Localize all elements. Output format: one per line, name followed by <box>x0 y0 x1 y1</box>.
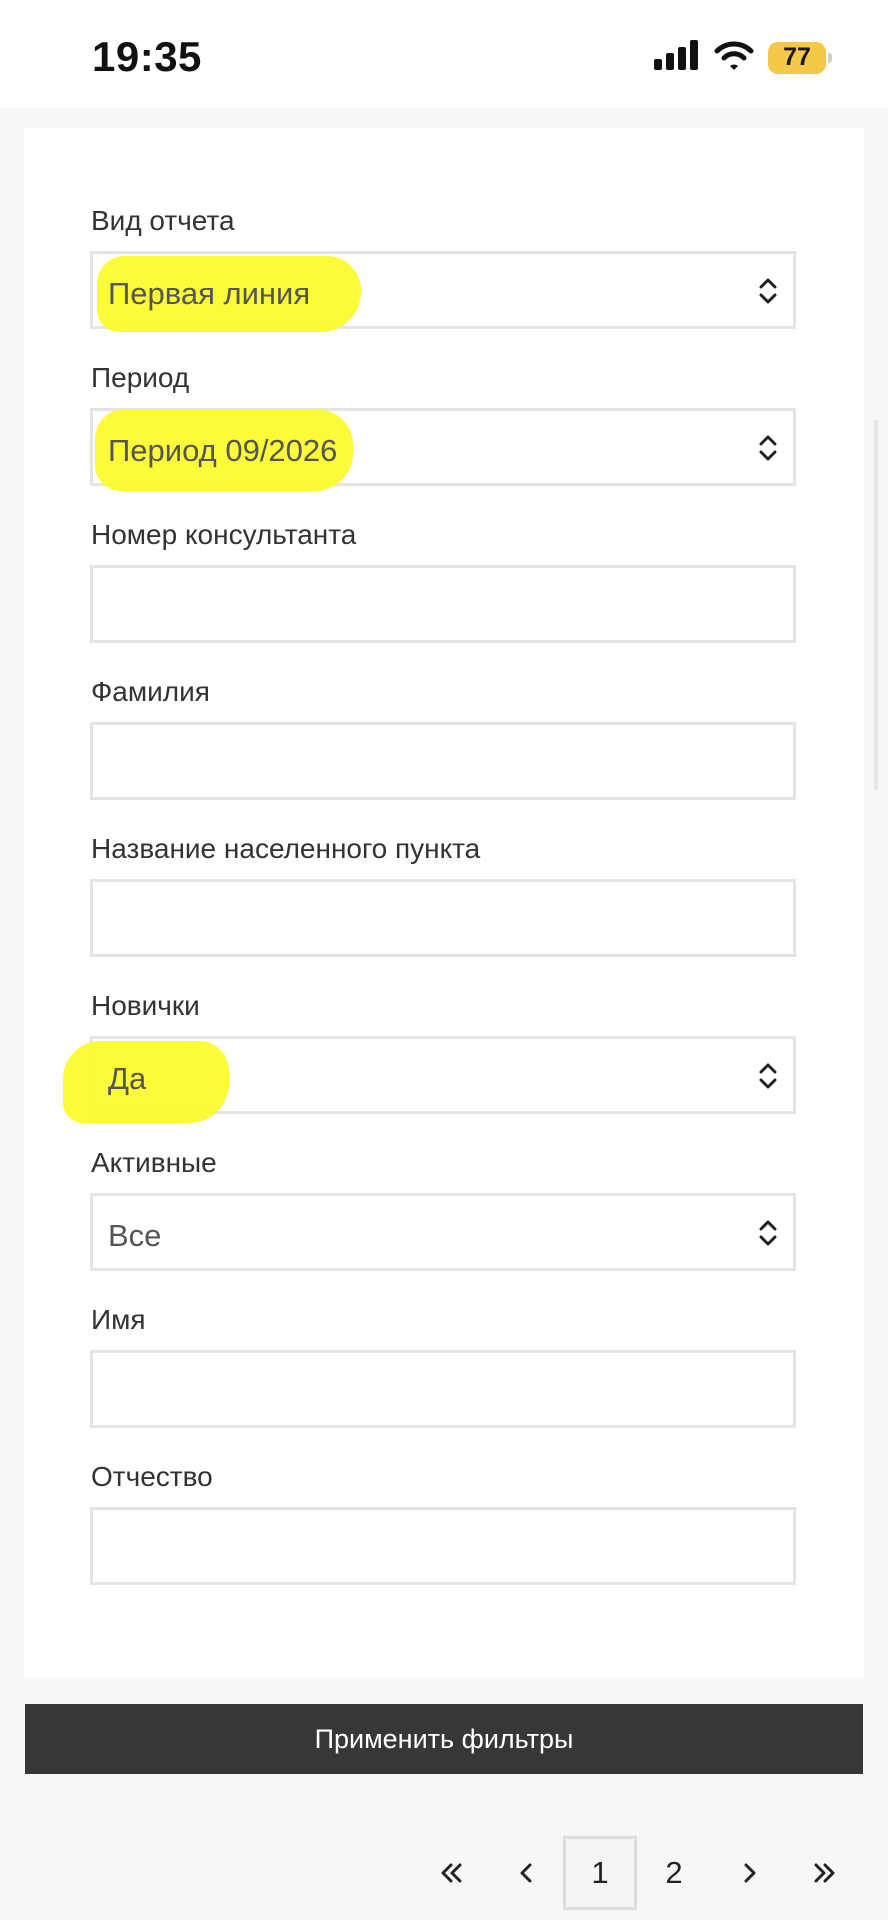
double-chevron-right-icon <box>814 1863 835 1883</box>
period-value: Период 09/2026 <box>108 433 338 468</box>
chevron-up-down-icon <box>759 278 777 304</box>
page-2-button[interactable]: 2 <box>637 1836 711 1910</box>
report-type-value: Первая линия <box>108 276 311 311</box>
scrollbar[interactable] <box>874 420 878 790</box>
chevron-up-down-icon <box>759 1063 777 1089</box>
chevron-left-icon <box>520 1863 532 1883</box>
active-value: Все <box>108 1218 162 1253</box>
newcomers-label: Новички <box>91 990 200 1021</box>
middle-name-label: Отчество <box>91 1461 213 1492</box>
prev-page-button[interactable] <box>489 1836 563 1910</box>
consultant-number-input[interactable] <box>90 565 796 643</box>
pagination: 1 2 <box>0 1836 888 1910</box>
city-label: Название населенного пункта <box>91 833 481 864</box>
battery-level: 77 <box>783 43 811 71</box>
chevron-up-down-icon <box>759 435 777 461</box>
last-name-input[interactable] <box>90 722 796 800</box>
page-1-button[interactable]: 1 <box>563 1836 637 1910</box>
consultant-number-label: Номер консультанта <box>91 519 357 550</box>
chevron-up-down-icon <box>759 1220 777 1246</box>
report-type-label: Вид отчета <box>91 205 235 236</box>
status-time: 19:35 <box>92 33 202 80</box>
first-name-input[interactable] <box>90 1350 796 1428</box>
period-label: Период <box>91 362 190 393</box>
newcomers-value: Да <box>108 1061 147 1096</box>
city-input[interactable] <box>90 879 796 957</box>
apply-filters-button[interactable]: Применить фильтры <box>25 1704 863 1774</box>
report-type-select[interactable]: Первая линия <box>90 251 796 332</box>
status-bar: 19:35 77 <box>0 0 888 108</box>
newcomers-select[interactable]: Да <box>63 1036 796 1123</box>
active-label: Активные <box>91 1147 217 1178</box>
status-icons: 77 <box>654 40 832 75</box>
wifi-icon <box>714 40 754 75</box>
first-name-label: Имя <box>91 1304 146 1335</box>
next-page-button[interactable] <box>713 1836 787 1910</box>
last-name-label: Фамилия <box>91 676 210 707</box>
cellular-signal-icon <box>654 40 700 75</box>
middle-name-input[interactable] <box>90 1507 796 1585</box>
last-page-button[interactable] <box>788 1836 862 1910</box>
first-page-button[interactable] <box>414 1836 488 1910</box>
active-select[interactable]: Все <box>90 1193 796 1271</box>
battery-icon: 77 <box>768 41 832 74</box>
chevron-right-icon <box>744 1863 756 1883</box>
double-chevron-left-icon <box>441 1863 462 1883</box>
period-select[interactable]: Период 09/2026 <box>90 408 796 491</box>
